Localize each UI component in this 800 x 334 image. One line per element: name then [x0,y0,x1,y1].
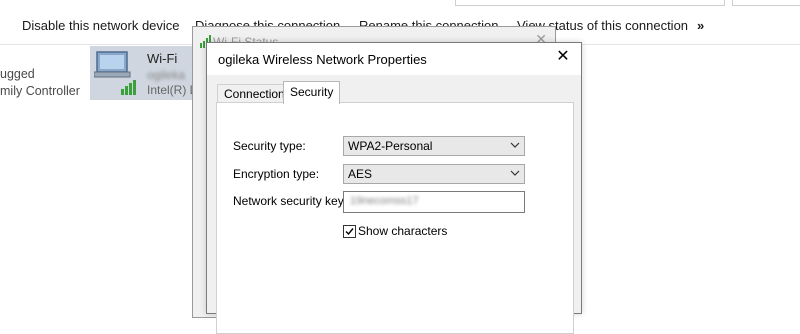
checkmark-icon [345,228,354,236]
wireless-properties-dialog: ogileka Wireless Network Properties ✕ Co… [206,42,582,334]
adapter-ssid: ogileka [147,68,186,82]
encryption-type-label: Encryption type: [233,167,320,181]
security-key-input[interactable]: 19necomss17 [343,191,525,213]
tab-connection[interactable]: Connection [217,84,292,103]
dialog-title: ogileka Wireless Network Properties [218,52,427,67]
adapter-name: Wi-Fi [147,51,178,66]
adapter-status-text: ugged [0,67,35,81]
show-characters-label[interactable]: Show characters [358,224,447,238]
encryption-type-select[interactable]: AES [343,164,525,184]
show-characters-checkbox[interactable] [343,225,356,238]
chevron-down-icon [510,142,520,148]
wifi-signal-icon [121,80,136,95]
security-type-select[interactable]: WPA2-Personal [343,136,525,156]
security-type-value: WPA2-Personal [348,139,433,153]
tab-security[interactable]: Security [283,81,341,104]
security-key-value: 19necomss17 [350,195,419,207]
disable-device-button[interactable]: Disable this network device [22,18,180,33]
close-icon[interactable]: ✕ [553,47,573,67]
security-key-label: Network security key [233,194,344,208]
dialog-titlebar[interactable]: ogileka Wireless Network Properties ✕ [207,43,581,75]
security-panel: Security type: WPA2-Personal Encryption … [216,102,574,334]
adapter-description: Intel(R) D [147,83,199,97]
search-box[interactable] [732,0,800,6]
more-commands-button[interactable]: » [697,18,704,33]
encryption-type-value: AES [348,167,373,181]
adapter-description-text: mily Controller [0,84,80,98]
top-strip [0,0,800,6]
security-type-label: Security type: [233,139,306,153]
address-bar[interactable] [455,0,725,6]
chevron-down-icon [510,170,520,176]
